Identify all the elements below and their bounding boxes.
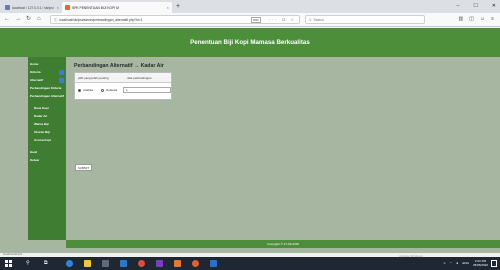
xampp-icon[interactable]: [174, 260, 181, 267]
search-input[interactable]: ⚲ Search: [305, 15, 425, 24]
sidebar-item-label: Kadar Air: [34, 114, 48, 118]
store-icon[interactable]: [102, 260, 109, 267]
radio-option-2[interactable]: [101, 89, 104, 92]
address-bar[interactable]: ⓘ localhost/skripsi/admin/perbandingan_a…: [50, 15, 300, 24]
chevron-up-icon[interactable]: ^: [450, 261, 451, 265]
notification-icon[interactable]: [491, 260, 497, 267]
sidebar-item-keluar[interactable]: Keluar: [28, 156, 66, 164]
app-header: Penentuan Biji Kopi Mamasa Berkualitas: [0, 28, 500, 57]
chrome-icon[interactable]: [138, 260, 145, 267]
sidebar: Home Kriteria Alternatif Perbandingan Kr…: [28, 57, 66, 240]
toolbar-icons: ▥ ◫ ☺ ≡: [459, 16, 495, 23]
main-content: Perbandingan Alternatif → Kadar Air pili…: [66, 57, 500, 240]
home-icon[interactable]: ⌂: [37, 15, 41, 24]
search-icon: ⚲: [309, 17, 312, 22]
search-icon[interactable]: ⚲: [26, 260, 30, 267]
info-icon[interactable]: ⓘ: [54, 17, 57, 22]
minimize-icon[interactable]: –: [457, 2, 460, 11]
zoom-indicator[interactable]: 70%: [250, 16, 261, 23]
phpmyadmin-favicon-icon: [5, 5, 10, 10]
task-view-icon[interactable]: ⧉: [44, 260, 48, 267]
sidebar-item-home[interactable]: Home: [28, 60, 66, 68]
word-icon[interactable]: [210, 260, 217, 267]
dropdown-badge-icon: [59, 77, 64, 83]
sidebar-item-label: Warna Biji: [34, 122, 49, 126]
back-icon[interactable]: ←: [4, 15, 10, 24]
file-explorer-icon[interactable]: [84, 260, 91, 267]
dropdown-badge-icon: [59, 69, 64, 75]
browser-nav-bar: ← → ↻ ⌂ ⓘ localhost/skripsi/admin/perban…: [0, 13, 500, 27]
system-tray: ☺ ^ ◄ ENG 2:03 PM 25/06/2020: [443, 259, 488, 267]
library-icon[interactable]: ▥: [459, 16, 464, 23]
radio-label: Robusta: [106, 88, 118, 92]
taskbar: ⚲ ⧉ ☺ ^ ◄ ENG 2:03 PM 25/06/2020: [0, 257, 500, 270]
people-icon[interactable]: ☺: [443, 261, 446, 265]
sidebar-item-label: Alternatif: [30, 78, 44, 82]
sidebar-item-label: Kriteria: [30, 70, 41, 74]
mail-icon[interactable]: [120, 260, 127, 267]
window-controls: – ☐ ✕: [457, 2, 496, 11]
sidebar-icon[interactable]: ◫: [469, 16, 474, 23]
page-actions-icon[interactable]: ··· ☐ ☆: [269, 17, 296, 22]
volume-icon[interactable]: ◄: [455, 261, 458, 265]
sidebar-item-kriteria[interactable]: Kriteria: [28, 68, 66, 76]
status-url: localhost/skripsi/...: [3, 253, 25, 256]
radio-option-1[interactable]: [78, 89, 81, 92]
table-row: Arabika Robusta 1: [75, 86, 171, 95]
close-icon[interactable]: ×: [167, 5, 169, 10]
sidebar-item-label: Ukuran Biji: [34, 130, 50, 134]
site-favicon-icon: [65, 5, 70, 10]
sidebar-item-label: Hasil: [30, 150, 38, 154]
footer-copyright: Copyright © 27-06-2020: [266, 242, 300, 246]
account-icon[interactable]: ☺: [480, 16, 485, 23]
sidebar-item-perbandingan-kriteria[interactable]: Perbandingan Kriteria: [28, 84, 66, 92]
firefox-icon[interactable]: [192, 260, 199, 267]
app-icon[interactable]: [156, 260, 163, 267]
page-footer: Copyright © 27-06-2020: [66, 240, 500, 248]
close-icon[interactable]: ×: [57, 5, 59, 10]
close-window-icon[interactable]: ✕: [492, 2, 496, 11]
submit-button[interactable]: SUBMIT: [75, 164, 92, 171]
tab-spk[interactable]: SPK PENENTUAN BIJI KOPI M ×: [62, 2, 172, 13]
menu-icon[interactable]: ≡: [491, 16, 494, 23]
url-text: localhost/skripsi/admin/perbandingan_alt…: [59, 17, 143, 22]
sidebar-item-label: Perbandingan Kriteria: [30, 86, 62, 90]
clock-date: 25/06/2020: [472, 263, 488, 267]
sidebar-item-label: Perbandingan Alternatif: [30, 94, 64, 98]
sidebar-item-alternatif[interactable]: Alternatif: [28, 76, 66, 84]
edge-icon[interactable]: [66, 260, 73, 267]
radio-label: Arabika: [83, 88, 94, 92]
sidebar-subitem-kadar-air[interactable]: Kadar Air: [28, 112, 66, 120]
sidebar-item-perbandingan-alternatif[interactable]: Perbandingan Alternatif: [28, 92, 66, 100]
sidebar-subitem-aroma[interactable]: Aroma Kopi: [28, 136, 66, 144]
sidebar-subitem-rasa[interactable]: Rasa Kopi: [28, 104, 66, 112]
sidebar-item-label: Keluar: [30, 158, 40, 162]
comparison-value-input[interactable]: 1: [123, 87, 171, 93]
column-header: nilai perbandingan: [127, 76, 152, 80]
comparison-table: pilih yang lebih penting nilai perbandin…: [74, 72, 172, 100]
browser-tab-bar: localhost / 127.0.0.1 / skripsi × SPK PE…: [0, 0, 500, 13]
column-header: pilih yang lebih penting: [78, 76, 109, 80]
reload-icon[interactable]: ↻: [26, 15, 31, 24]
tab-label: SPK PENENTUAN BIJI KOPI M: [72, 5, 119, 10]
tab-label: localhost / 127.0.0.1 / skripsi: [12, 5, 54, 10]
web-page: Penentuan Biji Kopi Mamasa Berkualitas H…: [0, 28, 500, 253]
table-header: pilih yang lebih penting nilai perbandin…: [75, 73, 171, 83]
new-tab-button[interactable]: +: [176, 2, 180, 11]
search-placeholder: Search: [313, 17, 324, 22]
clock[interactable]: 2:03 PM 25/06/2020: [473, 259, 488, 267]
page-title: Perbandingan Alternatif → Kadar Air: [74, 63, 164, 69]
windows-start-icon[interactable]: [5, 260, 12, 267]
forward-icon[interactable]: →: [15, 15, 21, 24]
sidebar-subitem-warna[interactable]: Warna Biji: [28, 120, 66, 128]
sidebar-item-label: Rasa Kopi: [34, 106, 49, 110]
language-indicator[interactable]: ENG: [462, 261, 469, 265]
maximize-icon[interactable]: ☐: [473, 2, 477, 11]
header-title: Penentuan Biji Kopi Mamasa Berkualitas: [190, 39, 310, 46]
sidebar-item-label: Home: [30, 62, 39, 66]
tab-phpmyadmin[interactable]: localhost / 127.0.0.1 / skripsi ×: [2, 2, 62, 13]
sidebar-subitem-ukuran[interactable]: Ukuran Biji: [28, 128, 66, 136]
sidebar-item-label: Aroma Kopi: [34, 138, 52, 142]
sidebar-item-hasil[interactable]: Hasil: [28, 148, 66, 156]
